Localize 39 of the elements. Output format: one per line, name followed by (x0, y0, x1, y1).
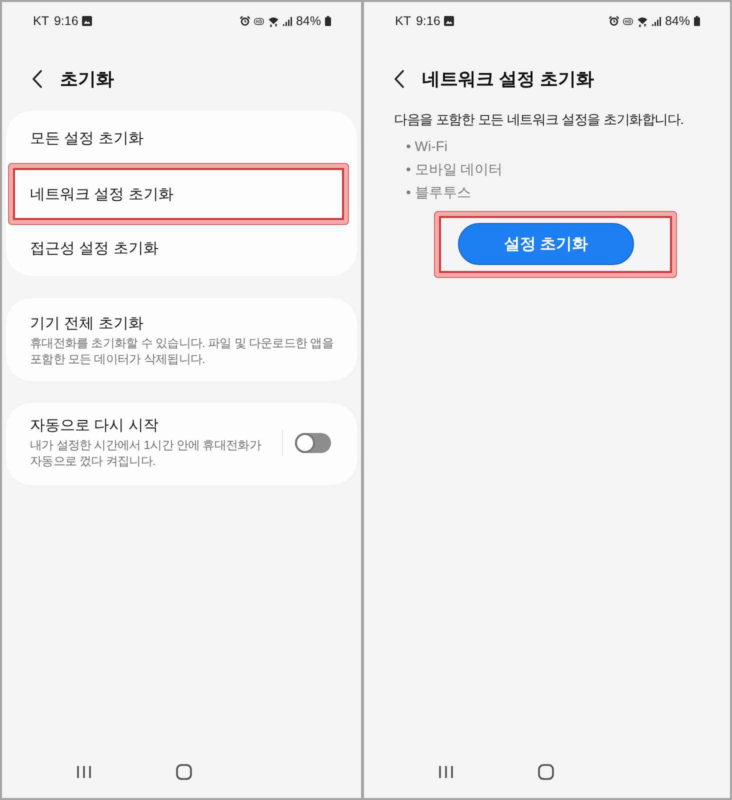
menu-item[interactable]: 자동으로 다시 시작 (30, 416, 266, 436)
carrier-name: KT (395, 13, 411, 30)
back-icon[interactable] (32, 70, 42, 88)
reset-button[interactable]: 설정 초기화 (458, 223, 634, 265)
item-description: 내가 설정한 시간에서 1시간 안에 휴대전화가 자동으로 껐다 켜집니다. (30, 438, 262, 469)
description-text: 다음을 포함한 모든 네트워크 설정을 초기화합니다. (394, 111, 685, 129)
menu-item[interactable]: 네트워크 설정 초기화 (13, 168, 344, 220)
clock-time: 9:16 (416, 13, 440, 30)
menu-item[interactable]: 접근성 설정 초기화 (6, 221, 357, 276)
toggle-switch[interactable] (295, 432, 331, 452)
wifi-icon (268, 16, 279, 26)
home-icon[interactable] (538, 764, 554, 780)
back-icon[interactable] (394, 70, 404, 88)
page-title: 네트워크 설정 초기화 (422, 68, 594, 91)
battery-percent: 84% (664, 13, 690, 30)
gallery-icon (444, 16, 454, 26)
battery-icon (325, 16, 331, 26)
menu-item[interactable]: 모든 설정 초기화 (6, 111, 357, 166)
alarm-icon (240, 16, 250, 26)
clock-time: 9:16 (54, 13, 78, 30)
menu-item[interactable]: 기기 전체 초기화 (30, 314, 341, 334)
list-item: • Wi-Fi (406, 137, 448, 156)
signal-icon (652, 16, 661, 26)
gallery-icon (82, 16, 92, 26)
wifi-icon (636, 16, 648, 26)
home-icon[interactable] (176, 764, 192, 780)
recents-icon[interactable] (76, 765, 92, 779)
alarm-icon (608, 16, 619, 26)
recents-icon[interactable] (438, 765, 454, 779)
signal-icon (282, 16, 292, 26)
carrier-name: KT (33, 13, 49, 30)
item-description: 휴대전화를 초기화할 수 있습니다. 파일 및 다운로드한 앱을 포함한 모든 데이터가 삭제됩니다. (30, 336, 334, 367)
battery-percent: 84% (296, 13, 321, 30)
hd-icon (622, 18, 633, 24)
battery-icon (694, 16, 700, 26)
hd-icon (254, 18, 264, 24)
page-title: 초기화 (60, 68, 114, 91)
list-item: • 블루투스 (406, 183, 472, 202)
list-item: • 모바일 데이터 (406, 160, 504, 179)
